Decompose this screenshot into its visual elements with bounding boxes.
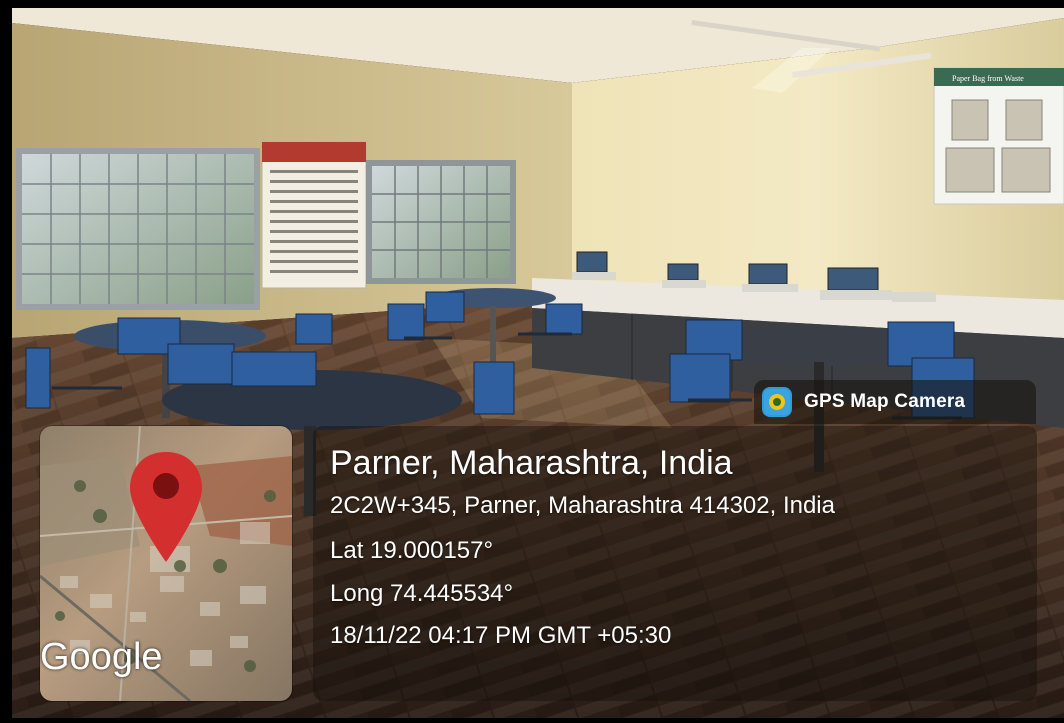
longitude-text: Long 74.445534° — [330, 580, 514, 607]
gps-map-camera-app-icon — [762, 387, 792, 417]
location-title: Parner, Maharashtra, India — [330, 444, 733, 482]
gps-map-camera-label: GPS Map Camera — [804, 391, 966, 412]
photo-frame: Paper Bag from Waste Google GPS Map Came… — [0, 0, 1064, 723]
google-attribution: Google — [40, 636, 163, 678]
latitude-text: Lat 19.000157° — [330, 537, 494, 564]
location-map-thumbnail[interactable]: Google — [40, 426, 292, 701]
poster-title: Paper Bag from Waste — [952, 74, 1024, 83]
location-address: 2C2W+345, Parner, Maharashtra 414302, In… — [330, 492, 835, 519]
timestamp-text: 18/11/22 04:17 PM GMT +05:30 — [330, 622, 672, 649]
gps-map-camera-badge: GPS Map Camera — [754, 380, 1036, 424]
